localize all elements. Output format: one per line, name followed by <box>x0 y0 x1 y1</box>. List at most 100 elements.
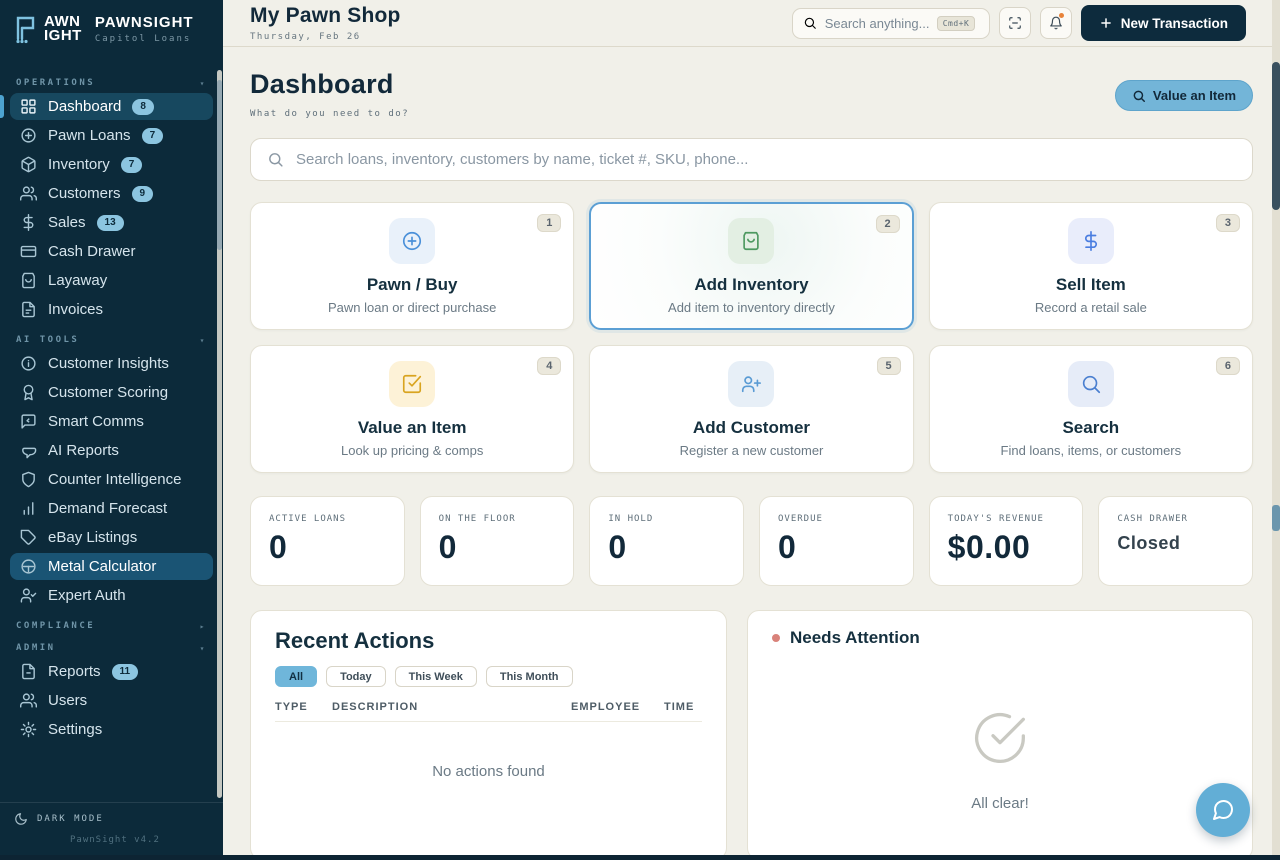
sidebar-item-layaway[interactable]: Layaway <box>10 267 213 294</box>
users-icon <box>20 185 37 202</box>
top-bar: My Pawn Shop Thursday, Feb 26 Cmd+K <box>223 0 1280 47</box>
file-icon <box>20 663 37 680</box>
dollar-icon <box>1080 230 1102 252</box>
action-card-title: Add Inventory <box>694 275 808 295</box>
sidebar-item-customers[interactable]: Customers 9 <box>10 180 213 207</box>
brand-tagline: Capitol Loans <box>95 34 194 44</box>
info-icon <box>20 355 37 372</box>
sidebar-item-ai-reports[interactable]: AI Reports <box>10 437 213 464</box>
filter-this-week[interactable]: This Week <box>395 666 477 687</box>
tag-icon <box>20 529 37 546</box>
sidebar-item-ebay-listings[interactable]: eBay Listings <box>10 524 213 551</box>
action-card-add-inventory[interactable]: 2 Add Inventory Add item to inventory di… <box>589 202 913 330</box>
filter-this-month[interactable]: This Month <box>486 666 573 687</box>
dollar-icon <box>20 214 37 231</box>
sidebar-item-inventory[interactable]: Inventory 7 <box>10 151 213 178</box>
shortcut-badge: 3 <box>1216 214 1240 232</box>
scan-button[interactable] <box>999 7 1031 39</box>
dark-mode-toggle[interactable]: DARK MODE <box>14 812 209 826</box>
stat-value: $0.00 <box>948 529 1065 566</box>
global-search-input[interactable] <box>825 16 929 31</box>
action-card-sell-item[interactable]: 3 Sell Item Record a retail sale <box>929 202 1253 330</box>
action-card-value-item[interactable]: 4 Value an Item Look up pricing & comps <box>250 345 574 473</box>
new-transaction-button[interactable]: New Transaction <box>1081 5 1246 41</box>
stat-value: 0 <box>269 529 386 566</box>
section-ai-tools[interactable]: AI TOOLS ▾ <box>16 335 207 345</box>
user-check-icon <box>20 587 37 604</box>
sidebar-scrollbar[interactable] <box>217 70 222 798</box>
message-square-icon <box>20 413 37 430</box>
filter-chips: All Today This Week This Month <box>275 666 702 687</box>
sidebar-item-customer-scoring[interactable]: Customer Scoring <box>10 379 213 406</box>
action-card-subtitle: Pawn loan or direct purchase <box>328 300 496 315</box>
filter-all[interactable]: All <box>275 666 317 687</box>
sidebar-item-settings[interactable]: Settings <box>10 716 213 743</box>
sidebar-item-metal-calculator[interactable]: Metal Calculator <box>10 553 213 580</box>
dashboard-content: Dashboard What do you need to do? Value … <box>223 47 1280 860</box>
sidebar-item-cash-drawer[interactable]: Cash Drawer <box>10 238 213 265</box>
current-date: Thursday, Feb 26 <box>250 32 401 42</box>
action-card-title: Add Customer <box>693 418 810 438</box>
chat-fab-button[interactable] <box>1196 783 1250 837</box>
plus-icon <box>1099 16 1113 30</box>
sidebar-item-sales[interactable]: Sales 13 <box>10 209 213 236</box>
filter-today[interactable]: Today <box>326 666 386 687</box>
sidebar-item-label: eBay Listings <box>48 529 137 546</box>
page-scrollbar-marker <box>1272 505 1280 531</box>
stat-on-the-floor: ON THE FLOOR 0 <box>420 496 575 586</box>
action-card-add-customer[interactable]: 5 Add Customer Register a new customer <box>589 345 913 473</box>
sidebar-item-smart-comms[interactable]: Smart Comms <box>10 408 213 435</box>
shortcut-badge: 4 <box>537 357 561 375</box>
sidebar-item-demand-forecast[interactable]: Demand Forecast <box>10 495 213 522</box>
action-card-title: Value an Item <box>358 418 467 438</box>
stat-value: Closed <box>1117 533 1234 554</box>
sidebar-item-reports[interactable]: Reports 11 <box>10 658 213 685</box>
main-area: My Pawn Shop Thursday, Feb 26 Cmd+K <box>223 0 1280 860</box>
sidebar-item-label: Demand Forecast <box>48 500 167 517</box>
section-compliance[interactable]: COMPLIANCE ▸ <box>16 621 207 631</box>
stat-value: 0 <box>608 529 725 566</box>
plus-circle-icon <box>401 230 423 252</box>
sidebar-item-invoices[interactable]: Invoices <box>10 296 213 323</box>
action-card-subtitle: Register a new customer <box>680 443 824 458</box>
shortcut-badge: 5 <box>877 357 901 375</box>
sidebar-item-expert-auth[interactable]: Expert Auth <box>10 582 213 609</box>
action-card-subtitle: Look up pricing & comps <box>341 443 483 458</box>
page-scrollbar[interactable] <box>1272 0 1280 860</box>
page-scrollbar-thumb[interactable] <box>1272 62 1280 210</box>
shopping-bag-icon <box>740 230 762 252</box>
action-card-title: Pawn / Buy <box>367 275 458 295</box>
sidebar-item-pawn-loans[interactable]: Pawn Loans 7 <box>10 122 213 149</box>
search-icon <box>1080 373 1102 395</box>
sidebar-item-dashboard[interactable]: Dashboard 8 <box>10 93 213 120</box>
stat-value: 0 <box>778 529 895 566</box>
sidebar-item-label: Cash Drawer <box>48 243 136 260</box>
stat-label: OVERDUE <box>778 514 895 524</box>
sidebar-scrollbar-thumb[interactable] <box>217 80 222 250</box>
search-icon <box>803 16 817 30</box>
bell-icon <box>1049 16 1063 30</box>
sidebar-item-label: Layaway <box>48 272 107 289</box>
sidebar-item-label: Invoices <box>48 301 103 318</box>
page-title: Dashboard <box>250 69 409 100</box>
count-badge: 7 <box>121 157 143 173</box>
section-operations[interactable]: OPERATIONS ▾ <box>16 78 207 88</box>
chevron-down-icon: ▾ <box>200 79 207 88</box>
action-card-search[interactable]: 6 Search Find loans, items, or customers <box>929 345 1253 473</box>
main-search[interactable] <box>250 138 1253 181</box>
sidebar-item-users[interactable]: Users <box>10 687 213 714</box>
plus-circle-icon <box>20 127 37 144</box>
recent-actions-title: Recent Actions <box>275 628 702 654</box>
sidebar-item-customer-insights[interactable]: Customer Insights <box>10 350 213 377</box>
bot-icon <box>20 442 37 459</box>
global-search[interactable]: Cmd+K <box>792 8 990 39</box>
sidebar-item-counter-intelligence[interactable]: Counter Intelligence <box>10 466 213 493</box>
notifications-button[interactable] <box>1040 7 1072 39</box>
stat-todays-revenue: TODAY'S REVENUE $0.00 <box>929 496 1084 586</box>
main-search-input[interactable] <box>296 151 1236 168</box>
gear-icon <box>20 721 37 738</box>
value-an-item-button[interactable]: Value an Item <box>1115 80 1253 111</box>
sidebar-item-label: Metal Calculator <box>48 558 156 575</box>
action-card-pawn-buy[interactable]: 1 Pawn / Buy Pawn loan or direct purchas… <box>250 202 574 330</box>
section-admin[interactable]: ADMIN ▾ <box>16 643 207 653</box>
